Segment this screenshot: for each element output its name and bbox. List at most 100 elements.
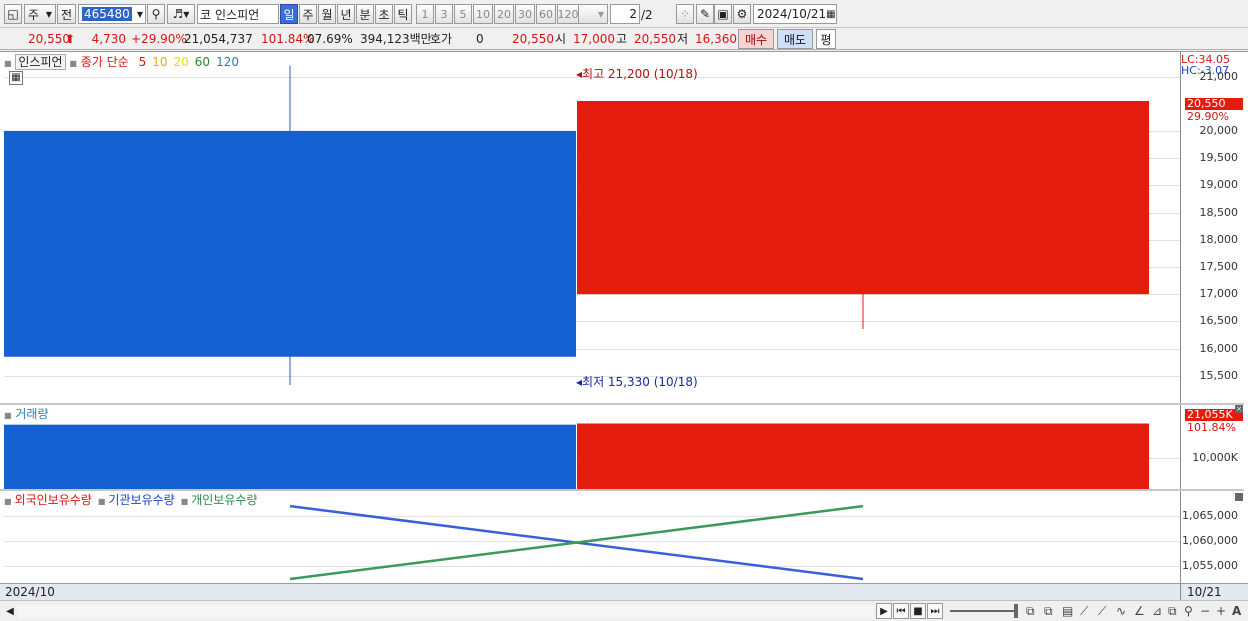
dots-icon[interactable]: ⁘ (676, 4, 694, 24)
volume-axis[interactable]: 21,055K 101.84% 10,000K × (1180, 405, 1244, 489)
current-pct-tag: 29.90% (1187, 110, 1229, 123)
stock-tag[interactable]: 인스피언 (15, 54, 66, 70)
ma-legend-60: 60 (194, 55, 211, 69)
volume-current-pct: 101.84% (1187, 421, 1236, 434)
grid-pattern-icon[interactable]: ▤ (1062, 604, 1073, 618)
crosshair-icon[interactable]: ✎ (696, 4, 714, 24)
market-label: 코 (200, 7, 212, 22)
page-current-input[interactable]: 2 (610, 4, 640, 24)
candle-body-10/21 (577, 100, 1149, 295)
plus-icon[interactable]: + (1216, 604, 1226, 618)
legend-square-icon: ■ (69, 59, 77, 68)
gear-icon[interactable]: ⚙ (733, 4, 751, 24)
copy-icon[interactable]: ⧉ (1168, 604, 1177, 619)
period-main-select[interactable]: 주 ▼ (24, 4, 56, 24)
period-button-2[interactable]: 월 (318, 4, 336, 24)
price-tick-label: 15,500 (1199, 368, 1239, 382)
split-icon[interactable]: ⧉ (1044, 604, 1053, 619)
price-tick-label: 18,500 (1199, 205, 1239, 219)
change-value: 4,730 (91, 32, 126, 46)
search-icon[interactable]: ⚲ (147, 4, 165, 24)
interval-button-60[interactable]: 60 (536, 4, 556, 24)
zoom-slider-handle[interactable] (1014, 604, 1018, 618)
fast-forward-icon[interactable]: ⏭ (927, 603, 943, 619)
axis-divider (1180, 584, 1181, 601)
interval-button-3[interactable]: 3 (435, 4, 453, 24)
low-annotation: ◂최저 15,330 (10/18) (576, 373, 698, 390)
interval-button-30[interactable]: 30 (515, 4, 535, 24)
holding-legend-item: 개인보유수량 (191, 493, 258, 507)
grid-toggle-icon[interactable]: ▦ (9, 71, 23, 85)
holding-axis[interactable]: 1,065,000 1,060,000 1,055,000 (1180, 491, 1244, 584)
period-button-5[interactable]: 초 (375, 4, 393, 24)
interval-button-1[interactable]: 1 (416, 4, 434, 24)
volume-pane[interactable]: ■ 거래량 (4, 405, 1180, 489)
period-button-3[interactable]: 년 (337, 4, 355, 24)
date-input[interactable]: 2024/10/21 ▦ (753, 4, 837, 24)
holding-tick-label: 1,065,000 (1182, 509, 1238, 523)
date-axis-bar: 2024/10 10/21 (0, 583, 1248, 601)
volume-legend-label: 거래량 (15, 407, 49, 421)
stock-name-field[interactable]: 코 인스피언 (197, 4, 279, 24)
rewind-icon[interactable]: ⏮ (893, 603, 909, 619)
open-label: 시 (555, 32, 567, 46)
ma-legend-5: 5 (138, 55, 147, 69)
minus-icon[interactable]: − (1200, 604, 1210, 618)
low-annotation-text: 최저 15,330 (10/18) (582, 375, 698, 389)
quote-info-row: 20,550 ⬆ 4,730 +29.90% 21,054,737 101.84… (0, 28, 1248, 50)
price-pane[interactable]: ■ 인스피언 ■ 종가 단순 5 10 20 60 120 ▦ ◂최고 21,200 (… (4, 52, 1180, 403)
scroll-track[interactable] (18, 605, 874, 618)
scroll-right-icon[interactable]: ▶ (876, 603, 892, 619)
draw-wave-icon[interactable]: ∿ (1116, 604, 1126, 618)
stock-code-input[interactable]: 465480 ▼ (78, 4, 146, 24)
period-button-4[interactable]: 분 (356, 4, 374, 24)
sound-icon[interactable]: ♬ ▼ (167, 4, 195, 24)
period-button-1[interactable]: 주 (299, 4, 317, 24)
high-annotation: ◂최고 21,200 (10/18) (576, 65, 698, 82)
draw-line-icon[interactable]: ⟋ (1080, 604, 1088, 619)
draw-trend-icon[interactable]: ⟋ (1098, 604, 1106, 619)
price-tick-label: 19,000 (1199, 178, 1239, 192)
calendar-icon: ▦ (826, 8, 836, 20)
high-value: 20,550 (634, 32, 676, 46)
holding-pane[interactable]: ■ 외국인보유수량 ■ 기관보유수량 ■ 개인보유수량 (4, 491, 1180, 584)
volume-bar-10/18 (4, 424, 576, 489)
turnover-rate: 07.69% (307, 32, 353, 46)
interval-button-20[interactable]: 20 (494, 4, 514, 24)
period-button-6[interactable]: 틱 (394, 4, 412, 24)
draw-angle-icon[interactable]: ∠ (1134, 604, 1145, 618)
scroll-left-icon[interactable]: ◀ (2, 603, 18, 619)
zoom-slider[interactable] (950, 610, 1014, 612)
interval-button-120[interactable]: 120 (557, 4, 579, 24)
prev-button[interactable]: 전 (57, 4, 76, 24)
volume-bar-10/21 (577, 423, 1149, 489)
buy-button[interactable]: 매수 (738, 29, 774, 49)
zoom-icon[interactable]: ⚲ (1184, 604, 1193, 618)
price-axis[interactable]: LC:34.05 HC:-3.07 21,000 20,000 19,500 19,0… (1180, 52, 1244, 403)
ma-legend: 5 10 20 60 120 (133, 55, 239, 69)
current-price-tag: 20,550 (1185, 98, 1243, 110)
interval-button-10[interactable]: 10 (473, 4, 493, 24)
interval-select[interactable]: ▼ (574, 4, 608, 24)
chart-type-icon[interactable]: ◱ (4, 4, 22, 24)
volume-chart-svg (4, 423, 1149, 489)
text-tool-icon[interactable]: A (1232, 604, 1241, 618)
stop-icon[interactable]: ■ (910, 603, 926, 619)
close-icon[interactable]: × (1235, 405, 1243, 413)
stock-name: 인스피언 (215, 7, 260, 22)
chart-scroll-toolbar: ◀ ▶ ⏮ ■ ⏭ ⧉ ⧉ ▤ ⟋ ⟋ ∿ ∠ ⊿ ⧉ ⚲ − + A (0, 600, 1248, 621)
layout-icon[interactable]: ⧉ (1026, 604, 1035, 619)
draw-shape-icon[interactable]: ⊿ (1152, 604, 1162, 618)
ma-legend-120: 120 (216, 55, 239, 69)
eval-button[interactable]: 평 (816, 29, 836, 49)
save-icon[interactable]: ▣ (714, 4, 732, 24)
period-button-0[interactable]: 일 (280, 4, 298, 24)
legend-square-icon: ■ (97, 497, 106, 506)
sell-button[interactable]: 매도 (777, 29, 813, 49)
interval-button-5[interactable]: 5 (454, 4, 472, 24)
low-label: 저 (677, 32, 689, 46)
pane-menu-icon[interactable] (1235, 493, 1243, 501)
price-tick-label: 18,000 (1199, 232, 1239, 246)
toolbar: ◱ 주 ▼ 전 465480 ▼ ⚲ ♬ ▼ 코 인스피언 ▼ 2 /2 ⁘ ✎ ▣… (0, 0, 1248, 28)
hoga-price: 20,550 (512, 32, 554, 46)
